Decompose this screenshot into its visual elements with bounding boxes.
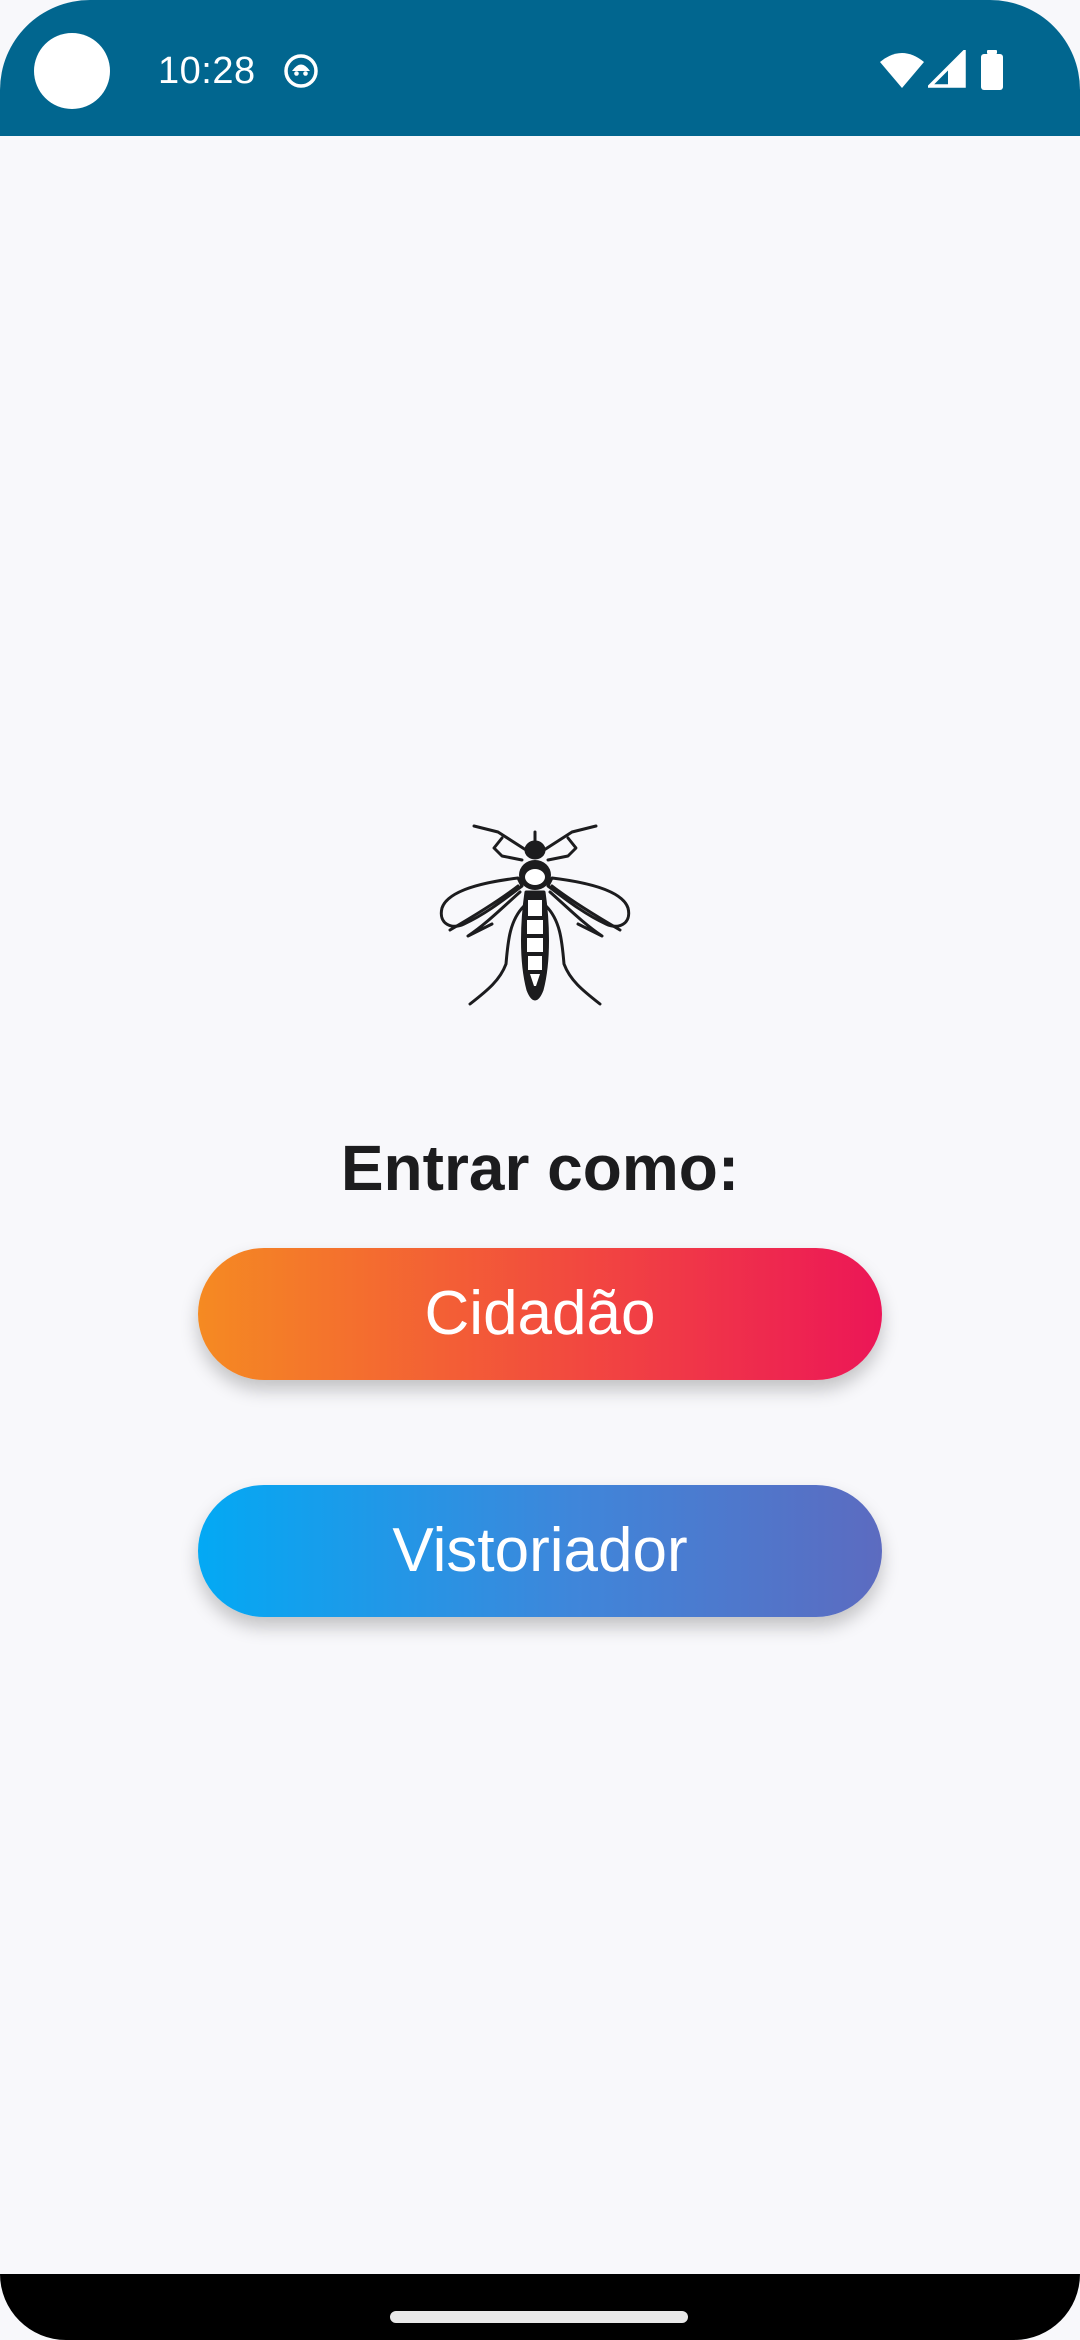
app-screen: 10:28 Entrar como: Cidadão Vistoriador [0,0,1080,2340]
citizen-login-button[interactable]: Cidadão [198,1248,882,1380]
battery-icon [981,50,1003,90]
mosquito-icon [439,824,631,1006]
navigation-bar [0,2274,1080,2340]
home-gesture-handle[interactable] [390,2311,688,2323]
login-prompt-title: Entrar como: [340,1132,740,1204]
notification-icon [284,54,318,88]
status-time: 10:28 [158,50,256,92]
signal-icon [928,50,966,88]
status-bar: 10:28 [0,0,1080,136]
camera-cutout [34,33,110,109]
inspector-login-button[interactable]: Vistoriador [198,1485,882,1617]
wifi-icon [880,53,924,88]
